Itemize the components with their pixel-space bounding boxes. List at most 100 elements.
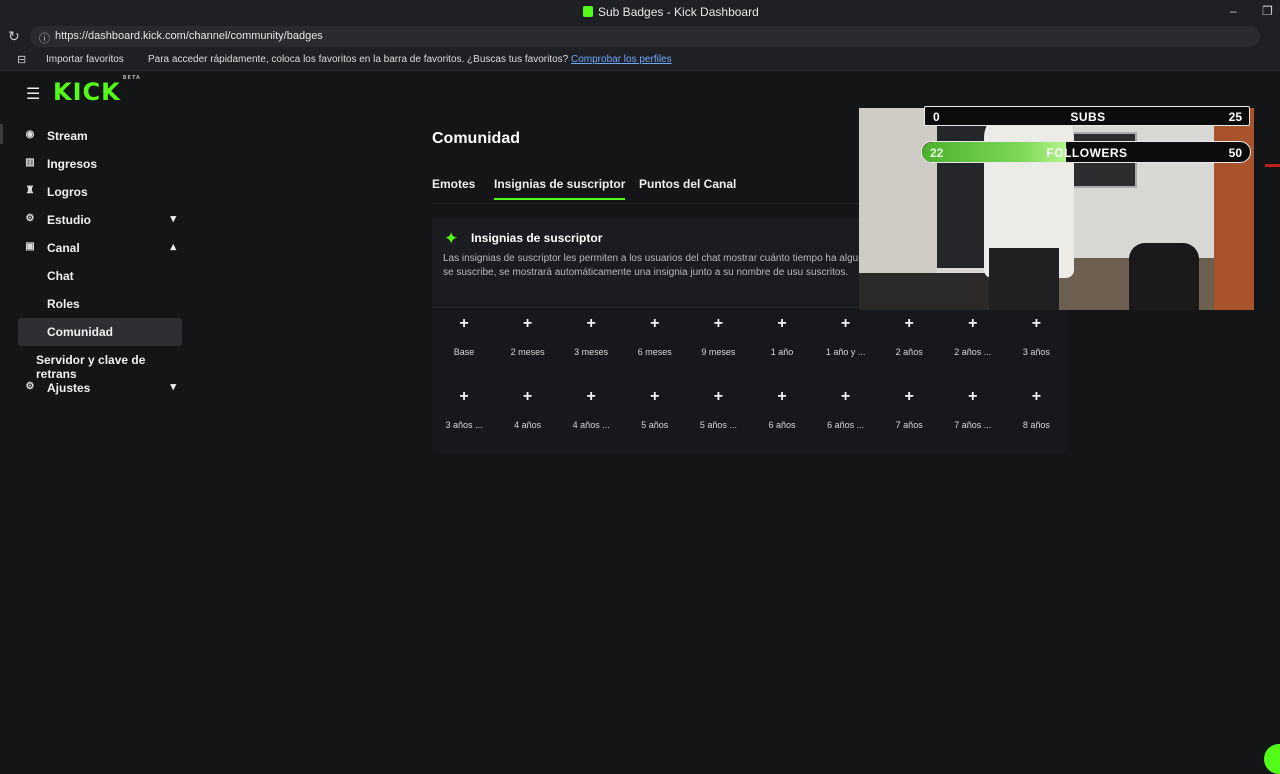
badge-slot[interactable]: +5 años [625, 382, 685, 442]
badge-label: 1 año y ... [825, 347, 866, 357]
badge-slot[interactable]: +8 años [1006, 382, 1066, 442]
badge-label: 1 año [770, 347, 794, 357]
badge-slot[interactable]: +3 años ... [434, 382, 494, 442]
check-profiles-link[interactable]: Comprobar los perfiles [571, 54, 672, 65]
badge-slot[interactable]: +7 años [879, 382, 939, 442]
badge-label: 2 meses [510, 347, 545, 357]
kick-logo[interactable]: KICK BETA [53, 75, 140, 106]
badge-label: Base [453, 347, 475, 357]
bookmarks-icon: ⊟ [17, 54, 27, 66]
badge-label: 3 meses [574, 347, 609, 357]
badge-slot[interactable]: +2 años ... [943, 309, 1003, 369]
url-field[interactable]: ⓘ https://dashboard.kick.com/channel/com… [30, 26, 1260, 47]
sidebar-item-comunidad[interactable]: Comunidad [18, 318, 182, 346]
webcam-overlay [859, 108, 1254, 310]
badge-label: 2 años [895, 347, 923, 357]
sliders-icon: ⚙ [25, 213, 35, 224]
badge-label: 8 años [1022, 420, 1050, 430]
badge-slot[interactable]: +1 año [752, 309, 812, 369]
window-titlebar: Sub Badges - Kick Dashboard – ❐ [0, 0, 1280, 24]
add-badge-icon[interactable]: + [752, 388, 812, 406]
add-badge-icon[interactable]: + [1006, 315, 1066, 333]
badge-slot[interactable]: +3 meses [561, 309, 621, 369]
minimize-button[interactable]: – [1230, 4, 1237, 18]
badge-label: 9 meses [701, 347, 736, 357]
add-badge-icon[interactable]: + [498, 315, 558, 333]
sidebar-item-ingresos[interactable]: ▥ Ingresos [18, 150, 182, 178]
badge-slot[interactable]: +5 años ... [688, 382, 748, 442]
badge-label: 6 meses [637, 347, 672, 357]
badge-slot[interactable]: +9 meses [688, 309, 748, 369]
badge-label: 7 años [895, 420, 923, 430]
badge-slot[interactable]: +4 años [498, 382, 558, 442]
badge-slot[interactable]: +7 años ... [943, 382, 1003, 442]
add-badge-icon[interactable]: + [625, 388, 685, 406]
badge-label: 3 años ... [445, 420, 483, 430]
red-marker [1265, 164, 1280, 167]
badge-label: 6 años ... [827, 420, 865, 430]
badge-slot[interactable]: +2 meses [498, 309, 558, 369]
badge-label: 5 años ... [699, 420, 737, 430]
add-badge-icon[interactable]: + [816, 315, 876, 333]
followers-current: 22 [930, 146, 944, 160]
sidebar-item-canal[interactable]: ▣ Canal ▴ [18, 234, 182, 262]
add-badge-icon[interactable]: + [688, 388, 748, 406]
badge-slot[interactable]: +1 año y ... [816, 309, 876, 369]
trophy-icon: ♜ [25, 185, 35, 196]
badge-slot[interactable]: + Base [434, 309, 494, 369]
card-title: Insignias de suscriptor [471, 231, 603, 245]
sidebar-item-ajustes[interactable]: ⚙ Ajustes ▾ [18, 374, 182, 402]
sidebar-item-stream[interactable]: ◉ Stream [18, 122, 182, 150]
subs-current: 0 [933, 110, 940, 124]
add-badge-icon[interactable]: + [879, 388, 939, 406]
reload-icon[interactable]: ↻ [8, 28, 20, 45]
add-badge-icon[interactable]: + [434, 388, 494, 406]
badge-slot[interactable]: +6 años [752, 382, 812, 442]
chevron-up-icon: ▴ [170, 241, 176, 253]
sidebar-item-roles[interactable]: Roles [18, 290, 182, 318]
badge-label: 4 años ... [572, 420, 610, 430]
chart-icon: ▥ [25, 157, 35, 168]
sidebar-nav: ◉ Stream ▥ Ingresos ♜ Logros ⚙ Estudio ▾… [18, 122, 182, 402]
add-badge-icon[interactable]: + [943, 388, 1003, 406]
subs-goal-label: SUBS [1070, 110, 1106, 124]
subs-goal: 25 [1228, 110, 1242, 124]
add-badge-icon[interactable]: + [688, 315, 748, 333]
chevron-down-icon: ▾ [170, 381, 176, 393]
badge-label: 6 años [768, 420, 796, 430]
kick-dashboard: ☰ KICK BETA ◉ Stream ▥ Ingresos ♜ Logros … [0, 72, 1280, 774]
import-favorites-button[interactable]: Importar favoritos [46, 54, 124, 65]
sidebar-item-logros[interactable]: ♜ Logros [18, 178, 182, 206]
sidebar-item-estudio[interactable]: ⚙ Estudio ▾ [18, 206, 182, 234]
add-badge-icon[interactable]: + [625, 315, 685, 333]
badge-slot[interactable]: +6 años ... [816, 382, 876, 442]
broadcast-icon: ◉ [25, 129, 35, 140]
add-badge-icon[interactable]: + [1006, 388, 1066, 406]
badge-slot[interactable]: +2 años [879, 309, 939, 369]
tab-channel-points[interactable]: Puntos del Canal [639, 177, 736, 191]
channel-icon: ▣ [25, 241, 35, 252]
badge-slot[interactable]: +6 meses [625, 309, 685, 369]
tab-emotes[interactable]: Emotes [432, 177, 475, 191]
add-badge-icon[interactable]: + [752, 315, 812, 333]
sidebar-item-chat[interactable]: Chat [18, 262, 182, 290]
add-badge-icon[interactable]: + [561, 315, 621, 333]
add-badge-icon[interactable]: + [498, 388, 558, 406]
badge-label: 7 años ... [954, 420, 992, 430]
add-badge-icon[interactable]: + [561, 388, 621, 406]
chevron-down-icon: ▾ [170, 213, 176, 225]
sidebar-item-server-key[interactable]: Servidor y clave de retrans [18, 346, 182, 381]
site-info-icon[interactable]: ⓘ [39, 30, 50, 46]
badge-label: 2 años ... [954, 347, 992, 357]
maximize-button[interactable]: ❐ [1262, 4, 1273, 18]
add-badge-icon[interactable]: + [879, 315, 939, 333]
add-badge-icon[interactable]: + [943, 315, 1003, 333]
window-title: Sub Badges - Kick Dashboard [598, 5, 759, 19]
badge-slot[interactable]: +3 años [1006, 309, 1066, 369]
add-badge-icon[interactable]: + [816, 388, 876, 406]
help-chat-button[interactable] [1264, 744, 1280, 774]
add-badge-icon[interactable]: + [434, 315, 494, 333]
badge-slot[interactable]: +4 años ... [561, 382, 621, 442]
tab-sub-badges[interactable]: Insignias de suscriptor [494, 177, 626, 200]
menu-icon[interactable]: ☰ [26, 84, 40, 104]
